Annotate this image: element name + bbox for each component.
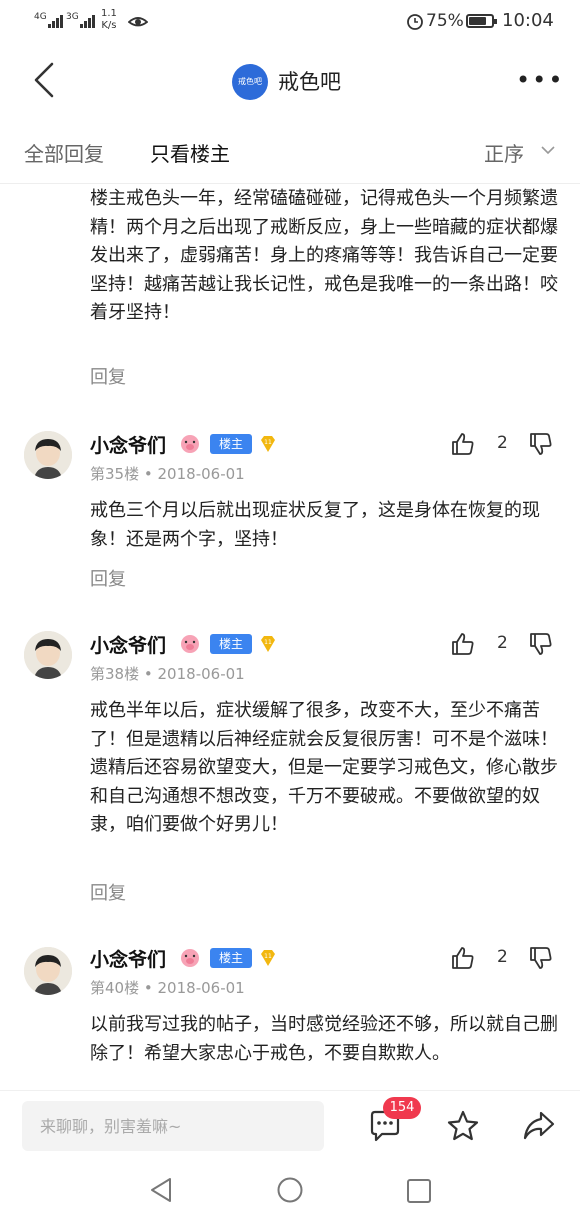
battery-icon: [466, 14, 497, 28]
alarm-icon: [407, 14, 423, 30]
thumbs-down-icon[interactable]: [528, 631, 554, 657]
level-diamond-icon: 11: [261, 950, 275, 966]
like-count: 2: [497, 947, 508, 967]
reply-link[interactable]: 回复: [90, 363, 126, 389]
username[interactable]: 小念爷们: [90, 431, 166, 458]
thumbs-up-icon[interactable]: [450, 631, 476, 657]
host-badge: 楼主: [210, 634, 252, 654]
system-home-icon[interactable]: [276, 1176, 304, 1204]
sort-order-select[interactable]: 正序: [484, 138, 524, 167]
post-content: 以前我写过我的帖子，当时感觉经验还不够，所以就自己删除了！希望大家忠心于戒色，不…: [90, 1014, 558, 1064]
pig-emoji-icon: [181, 635, 199, 653]
post-meta: 第38楼 • 2018-06-01: [90, 665, 245, 683]
post-meta: 第35楼 • 2018-06-01: [90, 465, 245, 483]
chevron-down-icon[interactable]: [540, 144, 556, 156]
thumbs-down-icon[interactable]: [528, 945, 554, 971]
post-meta: 第40楼 • 2018-06-01: [90, 979, 245, 997]
like-count: 2: [497, 433, 508, 453]
username[interactable]: 小念爷们: [90, 945, 166, 972]
like-count: 2: [497, 633, 508, 653]
avatar[interactable]: [24, 631, 72, 679]
svg-text:11: 11: [264, 953, 272, 960]
more-options-icon[interactable]: •••: [516, 68, 564, 92]
host-badge: 楼主: [210, 434, 252, 454]
level-diamond-icon: 11: [261, 436, 275, 452]
thumbs-up-icon[interactable]: [450, 945, 476, 971]
pig-emoji-icon: [181, 949, 199, 967]
eye-icon: [128, 17, 148, 27]
net-speed: 1.1 K/s: [101, 8, 117, 31]
tab-all-replies[interactable]: 全部回复: [24, 138, 104, 167]
status-bar: 4G 3G 1.1 K/s 75% 10:04: [0, 0, 580, 44]
share-icon[interactable]: [522, 1109, 556, 1143]
reply-link[interactable]: 回复: [90, 565, 126, 591]
system-navigation-bar: [0, 1156, 580, 1224]
signal-4g-label: 4G: [34, 12, 47, 22]
comment-input[interactable]: [22, 1101, 324, 1151]
system-recents-icon[interactable]: [406, 1178, 432, 1204]
signal-3g-label: 3G: [66, 12, 79, 22]
star-icon[interactable]: [446, 1109, 480, 1143]
reply-filter-tabs: 全部回复 只看楼主 正序: [0, 128, 580, 184]
pig-emoji-icon: [181, 435, 199, 453]
back-arrow-icon[interactable]: [30, 62, 60, 98]
signal-bars-icon: [48, 14, 64, 28]
post-content: 楼主戒色头一年，经常磕磕碰碰，记得戒色头一个月频繁遗精！两个月之后出现了戒断反应…: [90, 188, 558, 323]
post-content: 戒色三个月以后就出现症状反复了，这是身体在恢复的现象！还是两个字，坚持！: [90, 500, 540, 550]
comment-count-badge: 154: [383, 1097, 421, 1119]
tab-host-only[interactable]: 只看楼主: [150, 138, 230, 167]
username[interactable]: 小念爷们: [90, 631, 166, 658]
bottom-action-bar: 154: [0, 1090, 580, 1156]
post-content: 戒色半年以后，症状缓解了很多，改变不大，至少不痛苦了！但是遗精以后神经症就会反复…: [90, 700, 558, 835]
svg-text:11: 11: [264, 439, 272, 446]
system-back-icon[interactable]: [148, 1176, 174, 1204]
reply-link[interactable]: 回复: [90, 879, 126, 905]
thumbs-up-icon[interactable]: [450, 431, 476, 457]
battery-percent: 75%: [426, 11, 464, 31]
signal-bars-icon: [80, 14, 96, 28]
host-badge: 楼主: [210, 948, 252, 968]
avatar[interactable]: [24, 431, 72, 479]
forum-logo[interactable]: 戒色吧: [232, 64, 268, 100]
clock-time: 10:04: [502, 10, 554, 31]
reply-feed[interactable]: 楼主戒色头一年，经常磕磕碰碰，记得戒色头一个月频繁遗精！两个月之后出现了戒断反应…: [0, 185, 580, 1090]
level-diamond-icon: 11: [261, 636, 275, 652]
svg-text:11: 11: [264, 639, 272, 646]
avatar[interactable]: [24, 947, 72, 995]
forum-title[interactable]: 戒色吧: [278, 66, 341, 96]
thumbs-down-icon[interactable]: [528, 431, 554, 457]
